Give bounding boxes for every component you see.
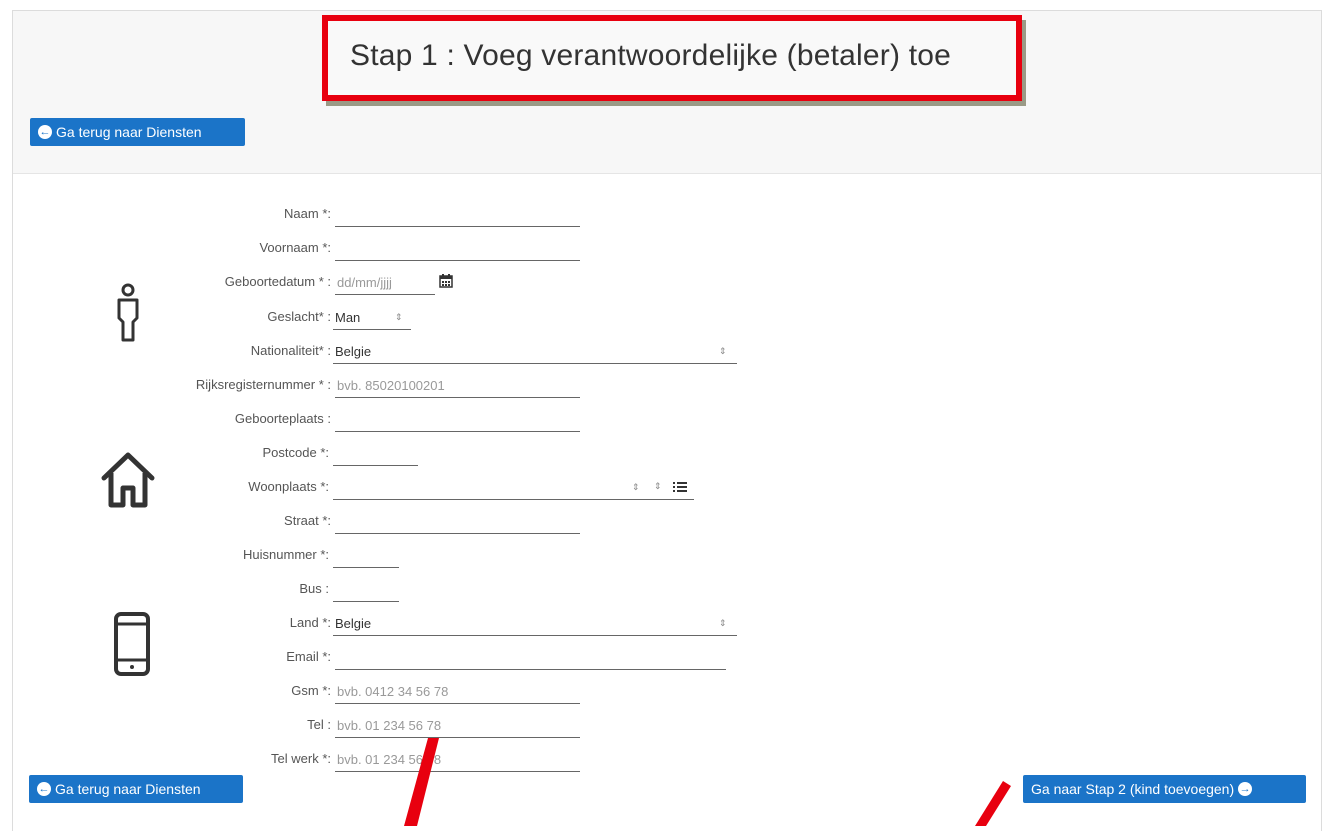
annotation-arrow-left <box>404 738 439 826</box>
annotation-arrows <box>404 738 1011 826</box>
annotation-arrow-right <box>975 781 1011 826</box>
